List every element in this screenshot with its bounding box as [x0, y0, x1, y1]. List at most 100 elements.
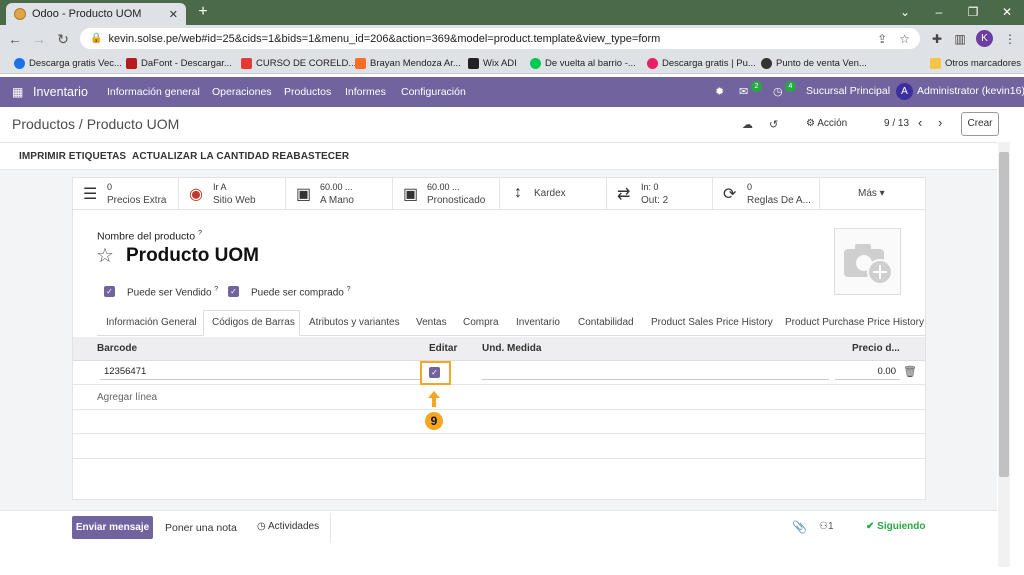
replenish-button[interactable]: REABASTECER: [272, 151, 349, 162]
help-icon[interactable]: ?: [198, 230, 202, 237]
column-editar[interactable]: Editar: [429, 343, 457, 354]
tab-atributos-y-variantes[interactable]: Atributos y variantes: [309, 317, 400, 328]
print-labels-button[interactable]: IMPRIMIR ETIQUETAS: [19, 151, 126, 162]
menu-productos[interactable]: Productos: [284, 86, 331, 98]
menu-operaciones[interactable]: Operaciones: [212, 86, 272, 98]
tab-ventas[interactable]: Ventas: [416, 317, 447, 328]
column-und-medida[interactable]: Und. Medida: [482, 343, 541, 354]
close-window-button[interactable]: ✕: [990, 0, 1024, 25]
smart-button-kardex[interactable]: ↕ Kardex: [500, 178, 607, 210]
tab-inventario[interactable]: Inventario: [516, 317, 560, 328]
discard-icon[interactable]: ↺: [769, 118, 778, 131]
browser-menu-icon[interactable]: ⋮: [1001, 30, 1019, 48]
tab-informacion-general[interactable]: Información General: [106, 317, 197, 328]
activities-clock-icon[interactable]: ◷: [773, 85, 783, 98]
activities-button[interactable]: ◷ Actividades: [257, 521, 319, 532]
bug-icon[interactable]: ✹: [715, 85, 724, 98]
following-button[interactable]: ✔ Siguiendo: [866, 521, 926, 532]
clock-icon: ◷: [257, 521, 268, 532]
can-be-sold-checkbox[interactable]: ✓: [104, 286, 115, 297]
other-bookmarks[interactable]: Otros marcadores: [930, 56, 1021, 70]
messages-icon[interactable]: ✉: [739, 85, 748, 98]
url-text[interactable]: kevin.solse.pe/web#id=25&cids=1&bids=1&m…: [108, 33, 865, 45]
list-icon: ☰: [83, 186, 98, 203]
bookmark-item[interactable]: De vuelta al barrio -...: [530, 56, 636, 70]
breadcrumb[interactable]: Productos / Producto UOM: [12, 116, 179, 132]
profile-avatar[interactable]: K: [976, 30, 993, 47]
trash-icon[interactable]: 🗑: [903, 365, 917, 378]
address-bar[interactable]: 🔒 kevin.solse.pe/web#id=25&cids=1&bids=1…: [80, 28, 920, 49]
can-be-purchased-checkbox[interactable]: ✓: [228, 286, 239, 297]
odoo-navbar: ▦ Inventario Información general Operaci…: [0, 77, 1024, 107]
bookmark-item[interactable]: Descarga gratis | Pu...: [647, 56, 756, 70]
smart-button-forecasted[interactable]: ▣ 60.00 ... Pronosticado: [393, 178, 500, 210]
menu-informacion-general[interactable]: Información general: [107, 86, 200, 98]
save-cloud-icon[interactable]: ☁: [742, 118, 753, 131]
favorite-star-icon[interactable]: ☆: [96, 243, 114, 268]
tab-search-icon[interactable]: ⌄: [888, 0, 922, 25]
bookmark-item[interactable]: Wix ADI: [468, 56, 517, 70]
price-input[interactable]: 0.00: [835, 364, 900, 380]
user-avatar[interactable]: A: [896, 83, 913, 100]
product-image[interactable]: [834, 228, 901, 295]
pager-previous-icon[interactable]: ‹: [918, 115, 922, 130]
bookmark-item[interactable]: DaFont - Descargar...: [126, 56, 232, 70]
menu-informes[interactable]: Informes: [345, 86, 386, 98]
extensions-icon[interactable]: ✚: [928, 30, 946, 48]
add-line-link[interactable]: Agregar línea: [97, 392, 157, 403]
pager-next-icon[interactable]: ›: [938, 115, 942, 130]
bookmark-item[interactable]: CURSO DE CORELD...: [241, 56, 356, 70]
menu-configuracion[interactable]: Configuración: [401, 86, 466, 98]
smart-button-in-out[interactable]: ⇄ In: 0 Out: 2: [607, 178, 713, 210]
close-tab-icon[interactable]: ✕: [169, 8, 178, 21]
browser-titlebar: Odoo - Producto UOM ✕ + ⌄ – ❐ ✕: [0, 0, 1024, 25]
odoo-favicon-icon: [14, 8, 26, 20]
minimize-button[interactable]: –: [922, 0, 956, 25]
bookmark-favicon-icon: [761, 57, 772, 69]
log-note-button[interactable]: Poner una nota: [165, 522, 237, 534]
pager-value[interactable]: 9 / 13: [884, 118, 909, 129]
followers-button[interactable]: ⚇1: [819, 521, 834, 532]
tab-codigos-de-barras[interactable]: Códigos de Barras: [212, 317, 295, 328]
smart-button-reorder-rules[interactable]: ⟳ 0 Reglas De A...: [713, 178, 820, 210]
tab-product-purchase-price-history[interactable]: Product Purchase Price History: [785, 317, 924, 328]
paperclip-icon[interactable]: 📎: [792, 520, 807, 534]
create-button[interactable]: Crear: [961, 112, 999, 136]
company-switcher[interactable]: Sucursal Principal: [806, 85, 890, 97]
side-panel-icon[interactable]: ▥: [951, 30, 969, 48]
check-icon: ✔: [866, 521, 878, 532]
empty-row-divider: [73, 458, 925, 459]
smart-button-extra-prices[interactable]: ☰ 0 Precios Extra: [73, 178, 179, 210]
barcode-input[interactable]: 12356471: [100, 364, 420, 380]
update-quantity-button[interactable]: ACTUALIZAR LA CANTIDAD: [132, 151, 269, 162]
tab-compra[interactable]: Compra: [463, 317, 499, 328]
new-tab-button[interactable]: +: [193, 3, 213, 23]
tab-contabilidad[interactable]: Contabilidad: [578, 317, 634, 328]
smart-button-more[interactable]: Más ▾: [820, 178, 925, 210]
column-barcode[interactable]: Barcode: [97, 343, 137, 354]
empty-row-divider: [73, 409, 925, 410]
user-menu[interactable]: Administrator (kevin16): [917, 85, 1024, 97]
tab-product-sales-price-history[interactable]: Product Sales Price History: [651, 317, 773, 328]
share-icon[interactable]: ⇪: [877, 32, 887, 46]
app-name[interactable]: Inventario: [33, 85, 88, 99]
table-row[interactable]: 12356471 ✓ 0.00 🗑: [73, 361, 925, 385]
product-name[interactable]: Producto UOM: [126, 245, 259, 267]
uom-input[interactable]: [482, 364, 829, 380]
back-icon[interactable]: ←: [6, 30, 24, 48]
bookmark-item[interactable]: Punto de venta Ven...: [761, 56, 867, 70]
bookmark-item[interactable]: Descarga gratis Vec...: [14, 56, 122, 70]
apps-menu-icon[interactable]: ▦: [12, 85, 23, 99]
reload-icon[interactable]: ↻: [54, 30, 72, 48]
smart-button-on-hand[interactable]: ▣ 60.00 ... A Mano: [286, 178, 393, 210]
smart-button-website[interactable]: ◉ Ir A Sitio Web: [179, 178, 286, 210]
browser-tab[interactable]: Odoo - Producto UOM ✕: [6, 3, 186, 25]
scrollbar-thumb[interactable]: [999, 152, 1009, 477]
send-message-button[interactable]: Enviar mensaje: [72, 516, 153, 539]
column-precio[interactable]: Precio d...: [852, 343, 900, 354]
forward-icon[interactable]: →: [30, 30, 48, 48]
action-menu[interactable]: ⚙ Acción: [806, 118, 847, 129]
restore-button[interactable]: ❐: [956, 0, 990, 25]
bookmark-star-icon[interactable]: ☆: [899, 32, 910, 46]
bookmark-item[interactable]: Brayan Mendoza Ar...: [355, 56, 461, 70]
